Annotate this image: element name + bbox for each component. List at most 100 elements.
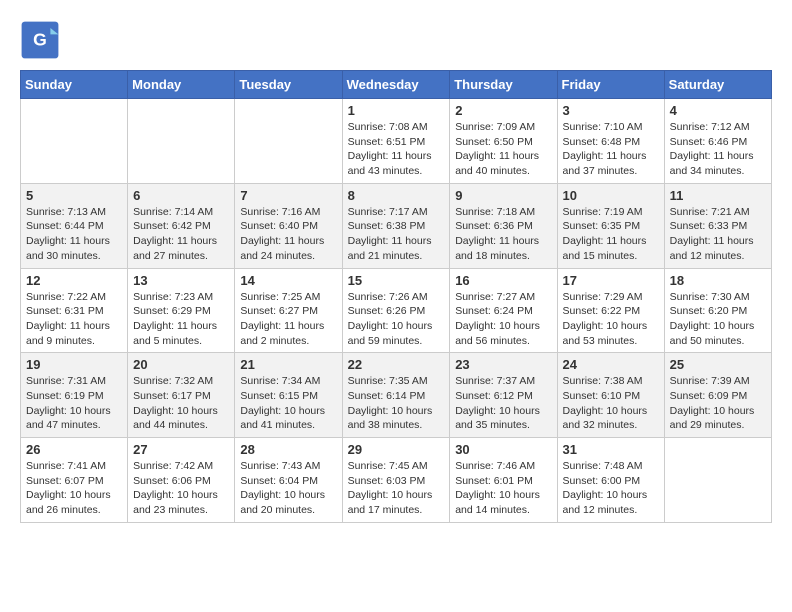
calendar-cell: 21 Sunrise: 7:34 AMSunset: 6:15 PMDayligh… [235, 353, 342, 438]
day-number: 4 [670, 103, 766, 118]
day-info: Sunrise: 7:16 AMSunset: 6:40 PMDaylight:… [240, 205, 336, 264]
day-info: Sunrise: 7:37 AMSunset: 6:12 PMDaylight:… [455, 374, 551, 433]
day-info: Sunrise: 7:31 AMSunset: 6:19 PMDaylight:… [26, 374, 122, 433]
day-number: 28 [240, 442, 336, 457]
day-number: 26 [26, 442, 122, 457]
calendar-cell: 30 Sunrise: 7:46 AMSunset: 6:01 PMDayligh… [450, 438, 557, 523]
calendar-header-tuesday: Tuesday [235, 71, 342, 99]
logo-icon: G [20, 20, 60, 60]
calendar-cell: 24 Sunrise: 7:38 AMSunset: 6:10 PMDayligh… [557, 353, 664, 438]
day-number: 1 [348, 103, 445, 118]
calendar-cell: 6Sunrise: 7:14 AMSunset: 6:42 PMDaylight… [128, 183, 235, 268]
day-number: 17 [563, 273, 659, 288]
day-info: Sunrise: 7:18 AMSunset: 6:36 PMDaylight:… [455, 205, 551, 264]
calendar-header-monday: Monday [128, 71, 235, 99]
day-number: 14 [240, 273, 336, 288]
calendar-week-row: 5Sunrise: 7:13 AMSunset: 6:44 PMDaylight… [21, 183, 772, 268]
calendar-cell: 15 Sunrise: 7:26 AMSunset: 6:26 PMDayligh… [342, 268, 450, 353]
day-info: Sunrise: 7:25 AMSunset: 6:27 PMDaylight:… [240, 290, 336, 349]
day-info: Sunrise: 7:34 AMSunset: 6:15 PMDaylight:… [240, 374, 336, 433]
day-number: 16 [455, 273, 551, 288]
day-number: 8 [348, 188, 445, 203]
day-info: Sunrise: 7:38 AMSunset: 6:10 PMDaylight:… [563, 374, 659, 433]
day-info: Sunrise: 7:23 AMSunset: 6:29 PMDaylight:… [133, 290, 229, 349]
calendar-cell: 16Sunrise: 7:27 AMSunset: 6:24 PMDayligh… [450, 268, 557, 353]
day-number: 21 [240, 357, 336, 372]
calendar-week-row: 1 Sunrise: 7:08 AMSunset: 6:51 PMDaylight… [21, 99, 772, 184]
calendar-cell: 25Sunrise: 7:39 AMSunset: 6:09 PMDayligh… [664, 353, 771, 438]
calendar-cell: 8 Sunrise: 7:17 AMSunset: 6:38 PMDaylight… [342, 183, 450, 268]
calendar-week-row: 26 Sunrise: 7:41 AMSunset: 6:07 PMDayligh… [21, 438, 772, 523]
calendar-header-wednesday: Wednesday [342, 71, 450, 99]
calendar-cell: 3Sunrise: 7:10 AMSunset: 6:48 PMDaylight… [557, 99, 664, 184]
calendar-cell: 29 Sunrise: 7:45 AMSunset: 6:03 PMDayligh… [342, 438, 450, 523]
day-info: Sunrise: 7:17 AMSunset: 6:38 PMDaylight:… [348, 205, 445, 264]
day-number: 22 [348, 357, 445, 372]
day-info: Sunrise: 7:46 AMSunset: 6:01 PMDaylight:… [455, 459, 551, 518]
calendar-header-saturday: Saturday [664, 71, 771, 99]
calendar-cell: 14 Sunrise: 7:25 AMSunset: 6:27 PMDayligh… [235, 268, 342, 353]
day-info: Sunrise: 7:45 AMSunset: 6:03 PMDaylight:… [348, 459, 445, 518]
day-info: Sunrise: 7:32 AMSunset: 6:17 PMDaylight:… [133, 374, 229, 433]
day-number: 15 [348, 273, 445, 288]
day-number: 20 [133, 357, 229, 372]
day-info: Sunrise: 7:26 AMSunset: 6:26 PMDaylight:… [348, 290, 445, 349]
svg-text:G: G [33, 30, 47, 50]
calendar-header-sunday: Sunday [21, 71, 128, 99]
calendar-cell: 5Sunrise: 7:13 AMSunset: 6:44 PMDaylight… [21, 183, 128, 268]
day-info: Sunrise: 7:29 AMSunset: 6:22 PMDaylight:… [563, 290, 659, 349]
calendar-cell: 20 Sunrise: 7:32 AMSunset: 6:17 PMDayligh… [128, 353, 235, 438]
day-number: 12 [26, 273, 122, 288]
calendar-week-row: 12 Sunrise: 7:22 AMSunset: 6:31 PMDayligh… [21, 268, 772, 353]
day-info: Sunrise: 7:48 AMSunset: 6:00 PMDaylight:… [563, 459, 659, 518]
day-info: Sunrise: 7:08 AMSunset: 6:51 PMDaylight:… [348, 120, 445, 179]
day-info: Sunrise: 7:12 AMSunset: 6:46 PMDaylight:… [670, 120, 766, 179]
calendar-cell: 28 Sunrise: 7:43 AMSunset: 6:04 PMDayligh… [235, 438, 342, 523]
calendar-header-row: SundayMondayTuesdayWednesdayThursdayFrid… [21, 71, 772, 99]
calendar-cell: 13 Sunrise: 7:23 AMSunset: 6:29 PMDayligh… [128, 268, 235, 353]
day-number: 25 [670, 357, 766, 372]
calendar-cell: 27Sunrise: 7:42 AMSunset: 6:06 PMDayligh… [128, 438, 235, 523]
calendar-header-thursday: Thursday [450, 71, 557, 99]
day-info: Sunrise: 7:35 AMSunset: 6:14 PMDaylight:… [348, 374, 445, 433]
calendar-cell: 11Sunrise: 7:21 AMSunset: 6:33 PMDayligh… [664, 183, 771, 268]
day-number: 19 [26, 357, 122, 372]
calendar-table: SundayMondayTuesdayWednesdayThursdayFrid… [20, 70, 772, 523]
calendar-cell: 10 Sunrise: 7:19 AMSunset: 6:35 PMDayligh… [557, 183, 664, 268]
day-info: Sunrise: 7:13 AMSunset: 6:44 PMDaylight:… [26, 205, 122, 264]
logo: G [20, 20, 64, 60]
day-number: 3 [563, 103, 659, 118]
calendar-cell [128, 99, 235, 184]
calendar-cell [235, 99, 342, 184]
calendar-cell: 18Sunrise: 7:30 AMSunset: 6:20 PMDayligh… [664, 268, 771, 353]
day-number: 29 [348, 442, 445, 457]
day-number: 9 [455, 188, 551, 203]
day-info: Sunrise: 7:41 AMSunset: 6:07 PMDaylight:… [26, 459, 122, 518]
calendar-week-row: 19 Sunrise: 7:31 AMSunset: 6:19 PMDayligh… [21, 353, 772, 438]
calendar-cell [664, 438, 771, 523]
calendar-cell: 23 Sunrise: 7:37 AMSunset: 6:12 PMDayligh… [450, 353, 557, 438]
calendar-cell: 9 Sunrise: 7:18 AMSunset: 6:36 PMDaylight… [450, 183, 557, 268]
day-number: 30 [455, 442, 551, 457]
day-info: Sunrise: 7:43 AMSunset: 6:04 PMDaylight:… [240, 459, 336, 518]
calendar-cell: 4 Sunrise: 7:12 AMSunset: 6:46 PMDaylight… [664, 99, 771, 184]
day-number: 18 [670, 273, 766, 288]
calendar-cell: 17 Sunrise: 7:29 AMSunset: 6:22 PMDayligh… [557, 268, 664, 353]
day-number: 13 [133, 273, 229, 288]
day-number: 23 [455, 357, 551, 372]
calendar-cell: 2 Sunrise: 7:09 AMSunset: 6:50 PMDaylight… [450, 99, 557, 184]
day-number: 27 [133, 442, 229, 457]
calendar-cell: 12 Sunrise: 7:22 AMSunset: 6:31 PMDayligh… [21, 268, 128, 353]
calendar-cell: 26 Sunrise: 7:41 AMSunset: 6:07 PMDayligh… [21, 438, 128, 523]
calendar-cell [21, 99, 128, 184]
day-info: Sunrise: 7:14 AMSunset: 6:42 PMDaylight:… [133, 205, 229, 264]
day-number: 2 [455, 103, 551, 118]
calendar-cell: 22 Sunrise: 7:35 AMSunset: 6:14 PMDayligh… [342, 353, 450, 438]
day-number: 24 [563, 357, 659, 372]
day-number: 10 [563, 188, 659, 203]
calendar-cell: 1 Sunrise: 7:08 AMSunset: 6:51 PMDaylight… [342, 99, 450, 184]
day-info: Sunrise: 7:19 AMSunset: 6:35 PMDaylight:… [563, 205, 659, 264]
day-info: Sunrise: 7:09 AMSunset: 6:50 PMDaylight:… [455, 120, 551, 179]
day-number: 31 [563, 442, 659, 457]
day-info: Sunrise: 7:22 AMSunset: 6:31 PMDaylight:… [26, 290, 122, 349]
